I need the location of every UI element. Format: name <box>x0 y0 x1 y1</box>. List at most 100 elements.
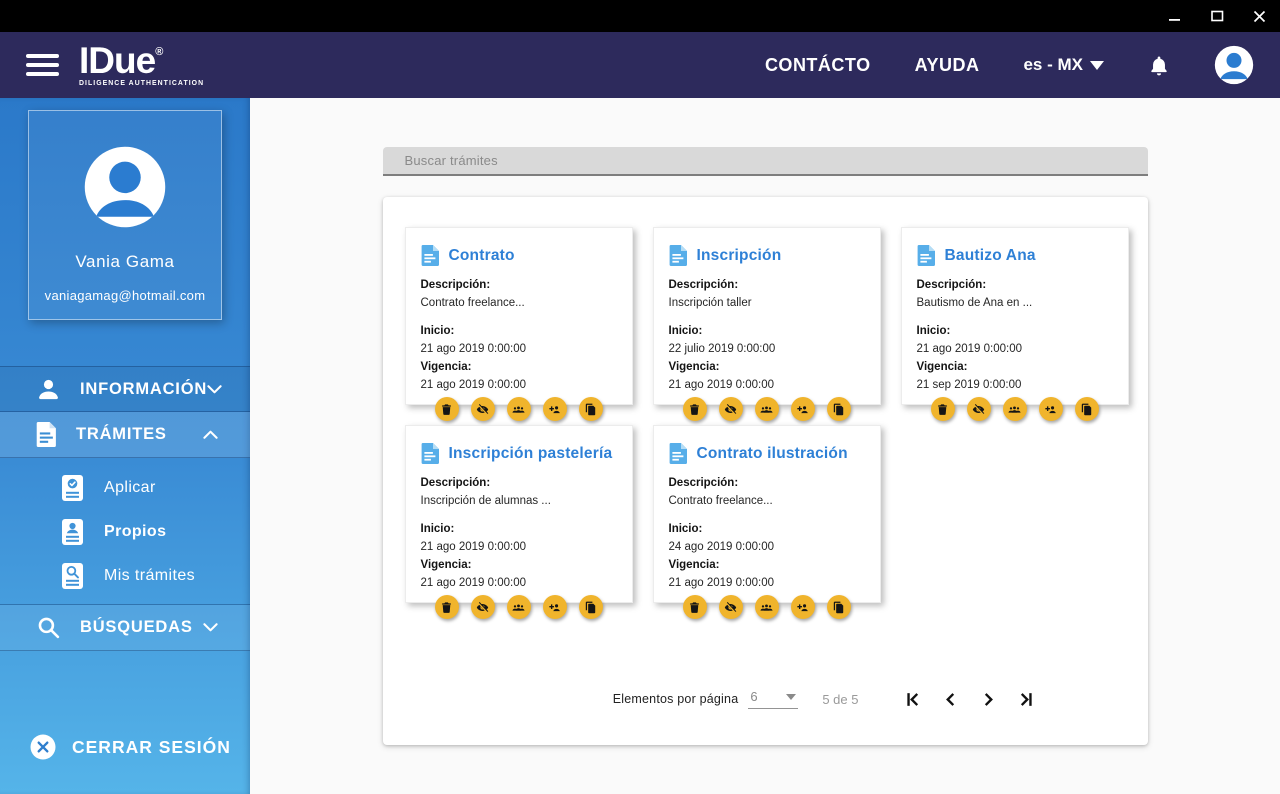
vigencia-label: Vigencia: <box>668 361 720 373</box>
description-value: Contrato freelance... <box>668 495 773 507</box>
card-title[interactable]: Inscripción pastelería <box>449 445 613 463</box>
page-range-label: 5 de 5 <box>822 691 859 707</box>
profile-avatar <box>83 145 167 229</box>
nav-ayuda[interactable]: AYUDA <box>915 55 980 76</box>
tramites-panel: Contrato Descripción: Contrato freelance… <box>382 197 1148 745</box>
people-icon <box>760 405 773 413</box>
sidebar-item-busquedas[interactable]: BÚSQUEDAS <box>0 605 250 651</box>
vigencia-label: Vigencia: <box>668 559 720 571</box>
preview-button[interactable] <box>470 397 495 421</box>
minimize-button[interactable] <box>1154 0 1196 32</box>
inicio-label: Inicio: <box>916 325 951 337</box>
tramite-card: Contrato Descripción: Contrato freelance… <box>404 227 633 421</box>
nav-contacto[interactable]: CONTÁCTO <box>765 55 871 76</box>
sidebar-subitem-label: Propios <box>104 523 167 540</box>
add-participant-button[interactable] <box>790 595 815 619</box>
eye-off-icon <box>972 403 985 414</box>
delete-button[interactable] <box>434 397 459 421</box>
vigencia-label: Vigencia: <box>420 361 472 373</box>
sidebar-subitem-propios[interactable]: Propios <box>0 510 250 554</box>
preview-button[interactable] <box>966 397 991 421</box>
tramite-card: Inscripción Descripción: Inscripción tal… <box>652 227 881 421</box>
preview-button[interactable] <box>718 595 743 619</box>
search-icon <box>36 615 61 640</box>
participants-button[interactable] <box>754 397 779 421</box>
avatar-icon <box>1214 45 1254 85</box>
vigencia-value: 21 ago 2019 0:00:00 <box>420 577 527 589</box>
vigencia-value: 21 ago 2019 0:00:00 <box>668 577 775 589</box>
items-per-page-value: 6 <box>750 689 758 704</box>
chevron-left-icon <box>945 692 954 706</box>
last-page-button[interactable] <box>1017 690 1036 709</box>
description-label: Descripción: <box>668 477 739 489</box>
copy-button[interactable] <box>1074 397 1099 421</box>
person-add-icon <box>549 603 560 611</box>
previous-page-button[interactable] <box>941 690 960 709</box>
first-page-button[interactable] <box>903 690 922 709</box>
delete-button[interactable] <box>930 397 955 421</box>
add-participant-button[interactable] <box>790 397 815 421</box>
inicio-label: Inicio: <box>668 325 703 337</box>
copy-button[interactable] <box>578 595 603 619</box>
search-input[interactable] <box>382 147 1148 174</box>
participants-button[interactable] <box>506 595 531 619</box>
description-label: Descripción: <box>916 279 987 291</box>
inicio-value: 21 ago 2019 0:00:00 <box>420 541 527 553</box>
document-icon <box>917 245 935 266</box>
delete-button[interactable] <box>682 397 707 421</box>
user-avatar[interactable] <box>1214 45 1254 85</box>
minimize-icon <box>1169 19 1180 21</box>
card-title[interactable]: Bautizo Ana <box>945 247 1036 265</box>
copy-icon <box>1081 403 1092 415</box>
sidebar-subitem-aplicar[interactable]: Aplicar <box>0 466 250 510</box>
sidebar-item-informacion[interactable]: INFORMACIÓN <box>0 366 250 412</box>
doc-search-icon <box>62 563 83 589</box>
inicio-value: 21 ago 2019 0:00:00 <box>420 343 527 355</box>
language-value: es - MX <box>1023 55 1083 74</box>
items-per-page-select[interactable]: 6 <box>748 689 799 709</box>
card-title[interactable]: Contrato ilustración <box>697 445 848 463</box>
card-title[interactable]: Contrato <box>449 247 515 265</box>
menu-icon[interactable] <box>26 50 59 80</box>
copy-icon <box>833 403 844 415</box>
add-participant-button[interactable] <box>542 595 567 619</box>
add-participant-button[interactable] <box>1038 397 1063 421</box>
logo-title: IDue <box>79 40 156 82</box>
sidebar-item-tramites[interactable]: TRÁMITES <box>0 412 250 458</box>
people-icon <box>512 603 525 611</box>
document-icon <box>421 443 439 464</box>
vigencia-value: 21 sep 2019 0:00:00 <box>916 379 1022 391</box>
inicio-value: 21 ago 2019 0:00:00 <box>916 343 1023 355</box>
card-title[interactable]: Inscripción <box>697 247 782 265</box>
delete-button[interactable] <box>434 595 459 619</box>
next-page-button[interactable] <box>979 690 998 709</box>
card-actions <box>421 397 617 423</box>
copy-button[interactable] <box>826 397 851 421</box>
participants-button[interactable] <box>754 595 779 619</box>
description-value: Bautismo de Ana en ... <box>916 297 1033 309</box>
preview-button[interactable] <box>718 397 743 421</box>
logout-button[interactable]: CERRAR SESIÓN <box>0 734 250 760</box>
participants-button[interactable] <box>1002 397 1027 421</box>
copy-button[interactable] <box>826 595 851 619</box>
bell-icon <box>1151 56 1167 75</box>
inicio-value: 24 ago 2019 0:00:00 <box>668 541 775 553</box>
registered-mark: ® <box>155 46 164 59</box>
sidebar-item-label: TRÁMITES <box>76 425 167 443</box>
sidebar-subitem-mis-tramites[interactable]: Mis trámites <box>0 554 250 598</box>
person-add-icon <box>1045 405 1056 413</box>
notifications-button[interactable] <box>1148 54 1170 77</box>
vigencia-value: 21 ago 2019 0:00:00 <box>668 379 775 391</box>
preview-button[interactable] <box>470 595 495 619</box>
participants-button[interactable] <box>506 397 531 421</box>
close-button[interactable] <box>1238 0 1280 32</box>
maximize-button[interactable] <box>1196 0 1238 32</box>
copy-button[interactable] <box>578 397 603 421</box>
copy-icon <box>833 601 844 613</box>
people-icon <box>760 603 773 611</box>
language-selector[interactable]: es - MX <box>1023 55 1104 75</box>
document-icon <box>36 422 57 447</box>
eye-off-icon <box>724 601 737 612</box>
delete-button[interactable] <box>682 595 707 619</box>
add-participant-button[interactable] <box>542 397 567 421</box>
